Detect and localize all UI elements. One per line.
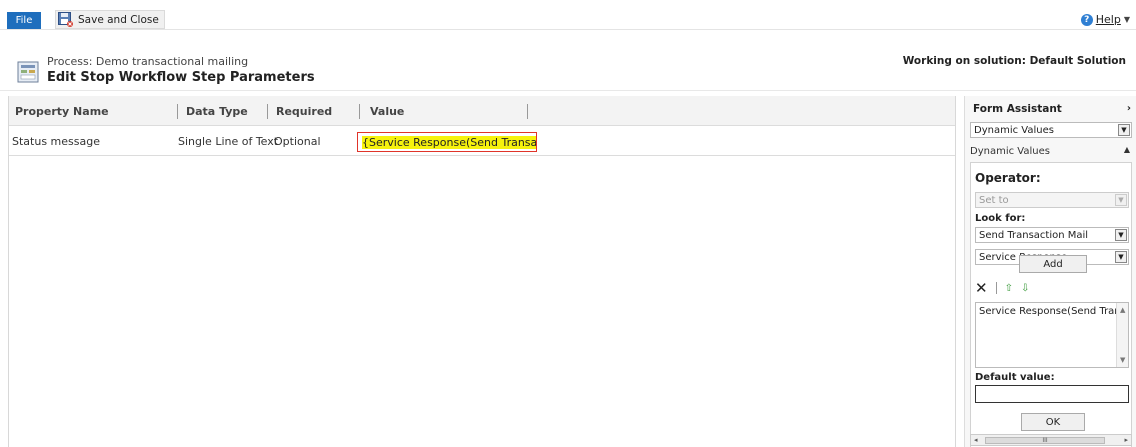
- page-title: Edit Stop Workflow Step Parameters: [47, 70, 315, 85]
- ok-button[interactable]: OK: [1021, 413, 1085, 431]
- table-row[interactable]: Status message Single Line of Text Optio…: [9, 127, 955, 156]
- column-header-property-name[interactable]: Property Name: [15, 96, 109, 126]
- parameters-grid: Property Name Data Type Required Value S…: [8, 96, 956, 447]
- dynamic-values-section-header[interactable]: Dynamic Values ▲: [970, 142, 1130, 160]
- value-text: {Service Response(Send Transacti: [362, 135, 536, 149]
- default-value-input[interactable]: [975, 385, 1129, 403]
- list-scrollbar[interactable]: ▲ ▼: [1116, 303, 1128, 367]
- list-item[interactable]: Service Response(Send Transactio: [979, 306, 1128, 317]
- column-header-data-type[interactable]: Data Type: [186, 96, 248, 126]
- dynamic-values-list[interactable]: Service Response(Send Transactio ▲ ▼: [975, 302, 1129, 368]
- collapse-up-icon[interactable]: ▲: [1124, 145, 1130, 154]
- scrollbar-thumb[interactable]: III: [985, 437, 1105, 444]
- move-up-icon[interactable]: ⇧: [1005, 283, 1013, 294]
- column-header-required[interactable]: Required: [276, 96, 332, 126]
- data-type-cell: Single Line of Text: [178, 135, 279, 148]
- save-close-icon: [58, 12, 73, 27]
- form-assistant-panel: Form Assistant › Dynamic Values ▼ Dynami…: [964, 96, 1136, 447]
- list-toolbar: ✕ ⇧ ⇩: [975, 279, 1029, 297]
- add-button[interactable]: Add: [1019, 255, 1087, 273]
- column-separator: [527, 104, 528, 119]
- form-assistant-title: Form Assistant: [973, 103, 1062, 115]
- operator-value: Set to: [979, 194, 1009, 206]
- look-for-entity-select[interactable]: Send Transaction Mail ▼: [975, 227, 1129, 243]
- column-header-value[interactable]: Value: [370, 96, 404, 126]
- dynamic-values-body: Operator: Set to ▼ Look for: Send Transa…: [970, 162, 1132, 447]
- toolbar-divider: [995, 282, 997, 294]
- delete-icon[interactable]: ✕: [975, 279, 988, 297]
- scroll-down-icon[interactable]: ▼: [1120, 356, 1125, 364]
- dropdown-arrow-icon[interactable]: ▼: [1115, 251, 1127, 263]
- assistant-mode-value: Dynamic Values: [974, 124, 1054, 136]
- chevron-down-icon: ▼: [1123, 15, 1130, 24]
- value-input[interactable]: {Service Response(Send Transacti: [357, 132, 537, 152]
- help-label: Help: [1095, 13, 1121, 26]
- solution-indicator: Working on solution: Default Solution: [902, 55, 1126, 67]
- grid-header: Property Name Data Type Required Value: [9, 96, 955, 126]
- file-button[interactable]: File: [7, 12, 41, 29]
- default-value-label: Default value:: [975, 372, 1055, 383]
- required-cell: Optional: [274, 135, 321, 148]
- dropdown-arrow-icon[interactable]: ▼: [1115, 229, 1127, 241]
- column-separator: [267, 104, 268, 119]
- save-and-close-label: Save and Close: [78, 13, 159, 26]
- scroll-left-icon[interactable]: ◂: [974, 436, 978, 444]
- dynamic-values-title: Dynamic Values: [970, 145, 1050, 157]
- look-for-entity-value: Send Transaction Mail: [979, 229, 1089, 241]
- form-assistant-header[interactable]: Form Assistant ›: [965, 96, 1136, 122]
- scroll-up-icon[interactable]: ▲: [1120, 306, 1125, 314]
- dropdown-arrow-icon[interactable]: ▼: [1118, 124, 1130, 136]
- chevron-right-icon[interactable]: ›: [1127, 103, 1131, 114]
- property-name-cell: Status message: [12, 135, 100, 148]
- save-and-close-button[interactable]: Save and Close: [55, 10, 165, 29]
- scroll-right-icon[interactable]: ▸: [1124, 436, 1128, 444]
- dropdown-arrow-icon: ▼: [1115, 194, 1127, 206]
- column-separator: [177, 104, 178, 119]
- horizontal-scrollbar[interactable]: ◂ III ▸: [970, 434, 1132, 446]
- page-header: Process: Demo transactional mailing Edit…: [0, 31, 1136, 91]
- ribbon: File Save and Close ? Help ▼: [0, 0, 1136, 30]
- move-down-icon[interactable]: ⇩: [1021, 283, 1029, 294]
- operator-label: Operator:: [975, 171, 1041, 185]
- help-menu[interactable]: ? Help ▼: [1080, 13, 1130, 26]
- help-icon: ?: [1080, 13, 1093, 26]
- look-for-label: Look for:: [975, 213, 1026, 224]
- column-separator: [359, 104, 360, 119]
- operator-select: Set to ▼: [975, 192, 1129, 208]
- assistant-mode-select[interactable]: Dynamic Values ▼: [970, 122, 1132, 138]
- process-name: Process: Demo transactional mailing: [47, 55, 249, 68]
- process-icon: [17, 61, 39, 83]
